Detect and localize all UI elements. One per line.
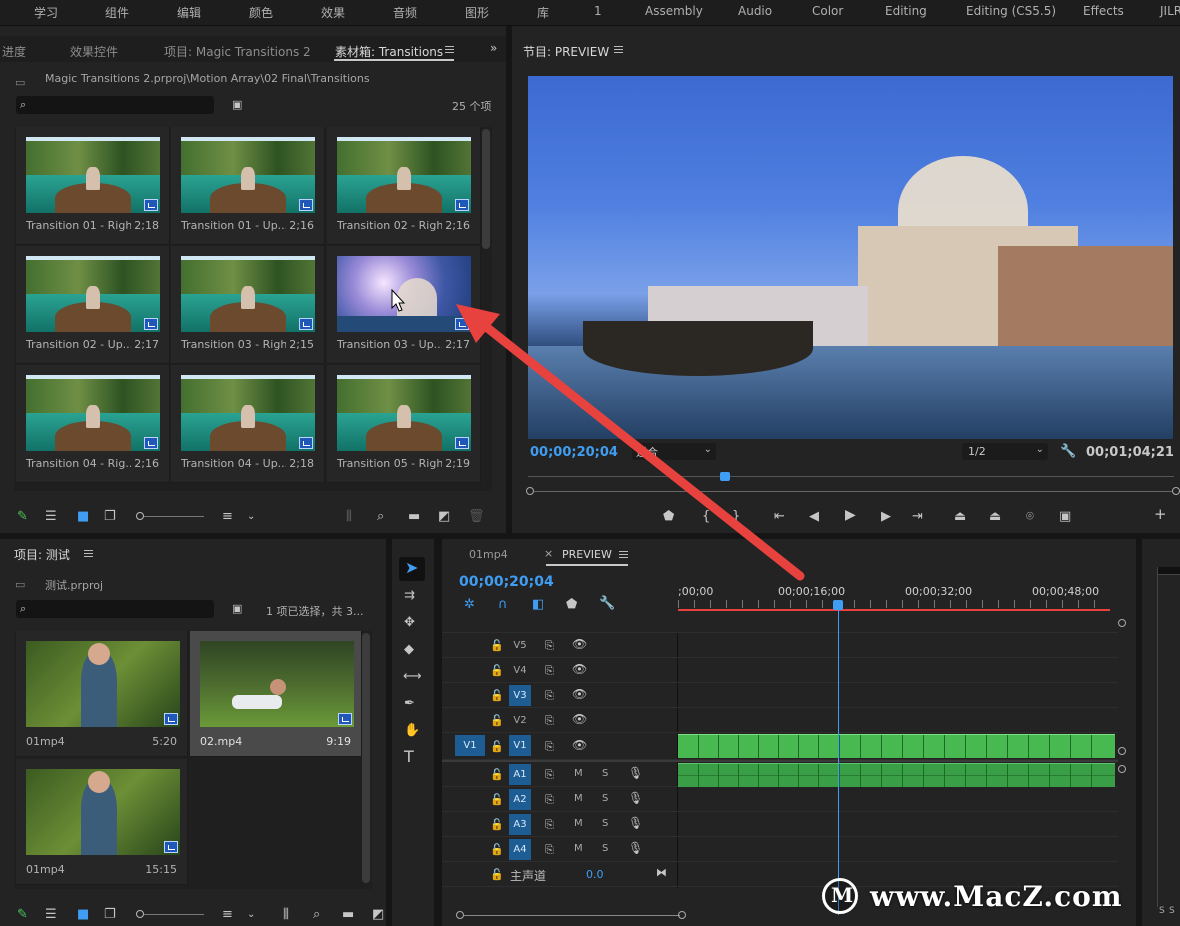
- annotation-arrow: [456, 304, 805, 581]
- arrow-shaft: [475, 317, 805, 581]
- macz-logo-icon: M: [822, 878, 858, 914]
- mouse-cursor-icon: [391, 289, 406, 312]
- logo-letter: M: [831, 883, 854, 907]
- watermark-text: www.MacZ.com: [870, 880, 1123, 913]
